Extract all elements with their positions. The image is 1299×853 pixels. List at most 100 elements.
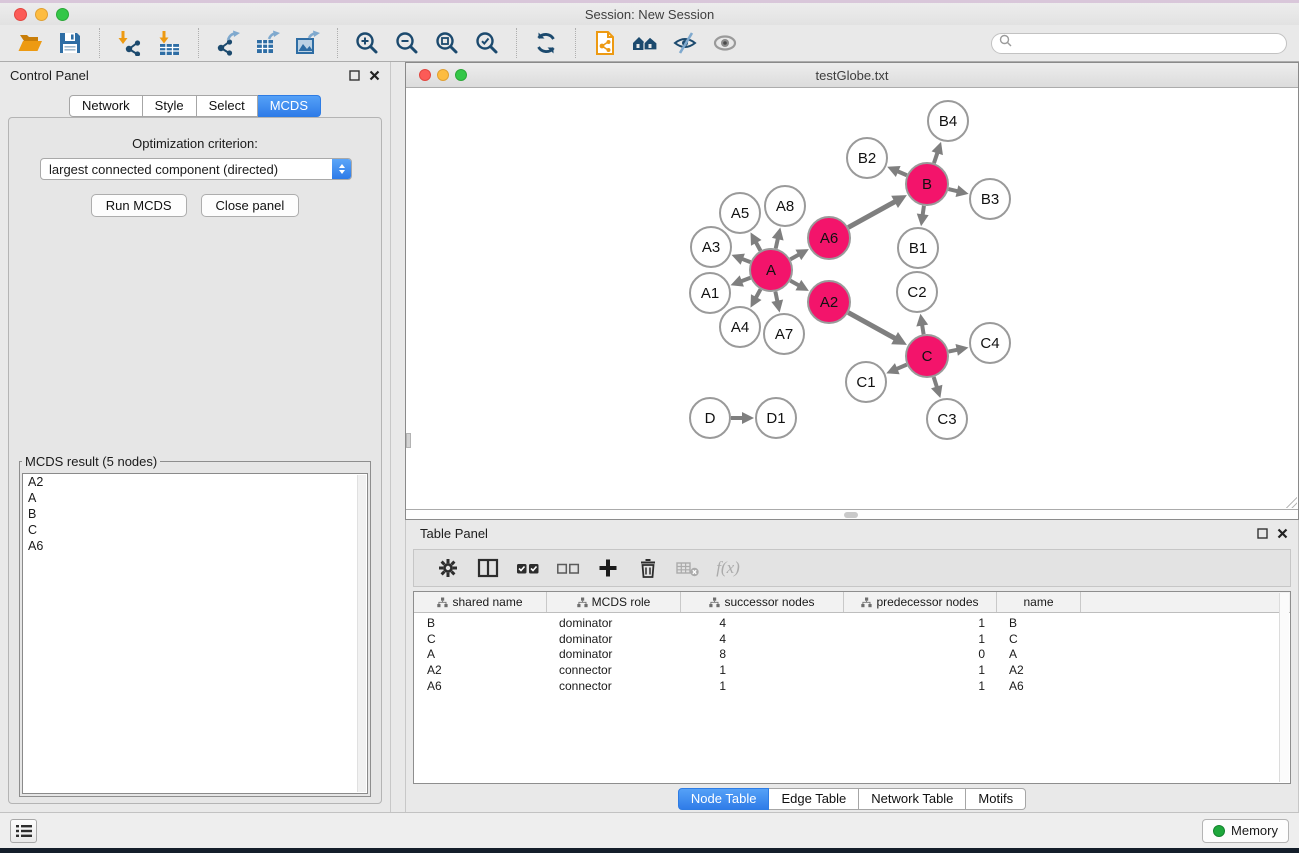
table-row[interactable]: Adominator80A xyxy=(414,647,1290,663)
graph-edge-A-A6[interactable] xyxy=(790,254,799,259)
graph-edge-A-A8[interactable] xyxy=(776,238,778,248)
mcds-result-legend: MCDS result (5 nodes) xyxy=(22,454,160,469)
column-header-predecessor-nodes[interactable]: predecessor nodes xyxy=(844,592,997,612)
search-input[interactable] xyxy=(1016,35,1286,52)
network-window-title: testGlobe.txt xyxy=(406,68,1298,83)
export-network-icon[interactable] xyxy=(212,28,244,58)
graph-edge-C-C1[interactable] xyxy=(896,365,906,369)
table-mode-icon[interactable] xyxy=(471,553,505,583)
mcds-result-item[interactable]: A xyxy=(23,490,367,506)
close-table-panel-icon[interactable] xyxy=(1277,528,1288,539)
graph-edge-A-A5[interactable] xyxy=(756,242,761,251)
graph-edge-A-A3[interactable] xyxy=(742,259,751,262)
function-builder-icon[interactable]: f(x) xyxy=(711,553,745,583)
control-tab-network[interactable]: Network xyxy=(69,95,143,117)
column-header-name[interactable]: name xyxy=(997,592,1081,612)
export-image-icon[interactable] xyxy=(292,28,324,58)
new-network-from-selection-icon[interactable] xyxy=(589,28,621,58)
control-tab-style[interactable]: Style xyxy=(143,95,197,117)
graph-edge-A2-C[interactable] xyxy=(848,313,895,339)
table-cell: dominator xyxy=(547,647,681,663)
first-neighbors-icon[interactable] xyxy=(629,28,661,58)
zoom-in-icon[interactable] xyxy=(351,28,383,58)
graph-node-label: C3 xyxy=(937,411,956,428)
graph-edge-A6-B[interactable] xyxy=(848,201,895,227)
close-panel-icon[interactable] xyxy=(369,70,380,81)
graph-node-label: B1 xyxy=(909,240,927,257)
graph-edge-A-A2[interactable] xyxy=(790,281,799,286)
add-column-icon[interactable] xyxy=(591,553,625,583)
graph-edge-B-B1[interactable] xyxy=(923,206,924,216)
mcds-result-item[interactable]: C xyxy=(23,522,367,538)
network-view-window: testGlobe.txt B4B2BB3A5A8A6A3B1AA1C2A2A4… xyxy=(405,62,1299,520)
table-row[interactable]: Cdominator41C xyxy=(414,632,1290,648)
network-canvas[interactable]: B4B2BB3A5A8A6A3B1AA1C2A2A4A7C4CC1C3DD1 xyxy=(406,89,1298,509)
run-mcds-button[interactable]: Run MCDS xyxy=(91,194,187,217)
graph-edge-C-C2[interactable] xyxy=(922,325,924,335)
zoom-fit-icon[interactable] xyxy=(431,28,463,58)
criterion-select[interactable]: largest connected component (directed) xyxy=(40,158,352,180)
column-type-icon xyxy=(709,597,720,608)
table-cell: 1 xyxy=(844,663,997,679)
control-tab-select[interactable]: Select xyxy=(197,95,258,117)
graph-edge-C-C3[interactable] xyxy=(934,377,937,388)
graph-node-label: C1 xyxy=(856,374,875,391)
control-panel-tabs: NetworkStyleSelectMCDS xyxy=(0,95,390,117)
mcds-result-item[interactable]: A2 xyxy=(23,474,367,490)
criterion-value: largest connected component (directed) xyxy=(41,162,332,177)
delete-column-icon[interactable] xyxy=(631,553,665,583)
table-tab-motifs[interactable]: Motifs xyxy=(966,788,1026,810)
search-field[interactable] xyxy=(991,33,1287,54)
graph-edge-B-B3[interactable] xyxy=(948,189,957,191)
import-network-icon[interactable] xyxy=(113,28,145,58)
graph-edge-B-B4[interactable] xyxy=(934,152,938,163)
select-all-icon[interactable] xyxy=(511,553,545,583)
graph-edge-C-C4[interactable] xyxy=(949,350,958,352)
export-table-icon[interactable] xyxy=(252,28,284,58)
import-table-icon[interactable] xyxy=(153,28,185,58)
table-tab-edge-table[interactable]: Edge Table xyxy=(769,788,859,810)
table-cell: C xyxy=(997,632,1081,648)
graph-edge-B-B2[interactable] xyxy=(897,171,907,175)
graph-edge-A-A4[interactable] xyxy=(756,289,761,298)
result-list-scrollbar[interactable] xyxy=(357,475,366,792)
mcds-result-item[interactable]: A6 xyxy=(23,538,367,554)
hide-selected-icon[interactable] xyxy=(669,28,701,58)
table-scrollbar[interactable] xyxy=(1279,593,1289,782)
show-graphics-details-icon[interactable] xyxy=(709,28,741,58)
table-cell: B xyxy=(414,616,547,632)
save-session-icon[interactable] xyxy=(54,28,86,58)
table-row[interactable]: Bdominator41B xyxy=(414,616,1290,632)
table-cell: 1 xyxy=(681,663,844,679)
column-header-shared-name[interactable]: shared name xyxy=(414,592,547,612)
table-tab-node-table[interactable]: Node Table xyxy=(678,788,770,810)
table-tab-network-table[interactable]: Network Table xyxy=(859,788,966,810)
delete-table-icon[interactable] xyxy=(671,553,705,583)
task-history-button[interactable] xyxy=(10,819,37,843)
table-row[interactable]: A2connector11A2 xyxy=(414,663,1290,679)
open-session-icon[interactable] xyxy=(14,28,46,58)
float-panel-icon[interactable] xyxy=(349,70,360,81)
canvas-vscroll-thumb[interactable] xyxy=(406,433,411,448)
column-type-icon xyxy=(577,597,588,608)
float-table-panel-icon[interactable] xyxy=(1257,528,1268,539)
edge-arrowhead-icon xyxy=(772,227,784,240)
zoom-selected-icon[interactable] xyxy=(471,28,503,58)
column-header-successor-nodes[interactable]: successor nodes xyxy=(681,592,844,612)
control-tab-mcds[interactable]: MCDS xyxy=(258,95,321,117)
mcds-result-item[interactable]: B xyxy=(23,506,367,522)
graph-edge-A-A1[interactable] xyxy=(741,278,751,282)
graph-edge-A-A7[interactable] xyxy=(775,292,777,302)
table-cell: A xyxy=(997,647,1081,663)
refresh-layout-icon[interactable] xyxy=(530,28,562,58)
canvas-hscrollbar[interactable] xyxy=(406,509,1298,519)
column-header-MCDS-role[interactable]: MCDS role xyxy=(547,592,681,612)
canvas-hscroll-thumb[interactable] xyxy=(844,512,858,518)
table-cell: 4 xyxy=(681,616,844,632)
zoom-out-icon[interactable] xyxy=(391,28,423,58)
column-settings-icon[interactable] xyxy=(431,553,465,583)
deselect-all-icon[interactable] xyxy=(551,553,585,583)
table-row[interactable]: A6connector11A6 xyxy=(414,679,1290,695)
close-panel-button[interactable]: Close panel xyxy=(201,194,300,217)
memory-button[interactable]: Memory xyxy=(1202,819,1289,843)
